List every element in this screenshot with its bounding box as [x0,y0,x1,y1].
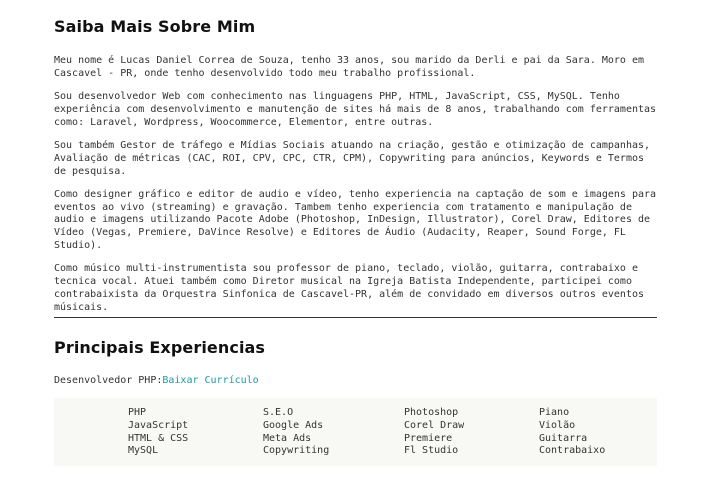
skill-item: Google Ads [263,419,324,431]
skill-item: Fl Studio [404,445,459,457]
skill-item: PHP [128,407,147,418]
skill-item: MySQL [128,445,159,457]
skill-item: Corel Draw [404,419,465,431]
about-section-body: Meu nome é Lucas Daniel Correa de Souza,… [54,55,658,325]
skill-item: S.E.O [263,407,294,418]
skill-item: Contrabaixo [539,445,606,457]
skills-column-marketing: S.E.O Google Ads Meta Ads Copywriting [263,407,329,458]
skill-item: Copywriting [263,445,330,457]
about-paragraph-music: Como músico multi-instrumentista sou pro… [54,263,645,313]
skill-item: Violão [539,419,576,431]
skill-item: JavaScript [128,419,189,431]
skill-item: Guitarra [539,432,588,444]
about-paragraph-traffic: Sou também Gestor de tráfego e Mídias So… [54,139,651,177]
about-section-title: Saiba Mais Sobre Mim [54,17,256,36]
skills-column-dev: PHP JavaScript HTML & CSS MySQL [128,407,188,458]
skills-panel: PHP JavaScript HTML & CSS MySQL S.E.O Go… [54,398,657,466]
skill-item: HTML & CSS [128,432,189,444]
about-paragraph-intro: Meu nome é Lucas Daniel Correa de Souza,… [54,55,645,79]
skill-item: Photoshop [404,407,459,418]
role-line: Desenvolvedor PHP:Baixar Currículo [54,375,259,386]
skills-column-music: Piano Violão Guitarra Contrabaixo [539,407,605,458]
role-label: Desenvolvedor PHP: [54,375,163,386]
download-resume-link[interactable]: Baixar Currículo [162,375,258,386]
about-paragraph-web-dev: Sou desenvolvedor Web com conhecimento n… [54,91,657,128]
section-divider [54,317,657,318]
about-paragraph-design: Como designer gráfico e editor de audio … [54,188,657,252]
skill-item: Meta Ads [263,432,312,444]
skills-column-design: Photoshop Corel Draw Premiere Fl Studio [404,407,464,458]
skill-item: Premiere [404,432,453,444]
experience-section-title: Principais Experiencias [54,338,266,357]
skill-item: Piano [539,407,570,418]
